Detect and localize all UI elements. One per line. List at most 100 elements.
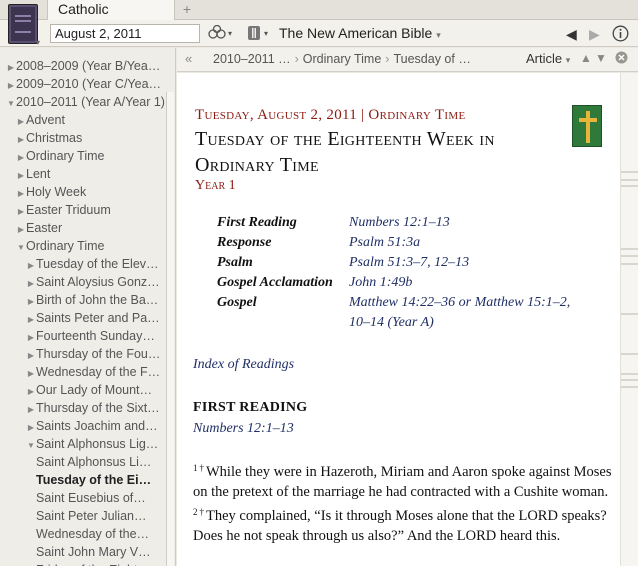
reading-row: Gospel Acclamation John 1:49b xyxy=(217,273,607,293)
arrow-up-icon[interactable]: ▲ xyxy=(580,51,592,65)
section-ref-link[interactable]: Numbers 12:1–13 xyxy=(193,421,294,437)
footnote-marker[interactable]: † xyxy=(200,507,205,517)
disclosure-closed-icon[interactable]: ▶ xyxy=(26,275,36,291)
sidebar-tree-item[interactable]: ▶ Thursday of the Fou… xyxy=(0,345,175,363)
back-arrow-icon[interactable]: ◀ xyxy=(566,25,577,43)
sidebar-tree-item[interactable]: ▼Saint Alphonsus Lig… xyxy=(0,435,175,453)
sidebar-tree-item[interactable]: ▶ Holy Week xyxy=(0,183,175,201)
sidebar-tree-item[interactable]: ▶ Saints Peter and Pa… xyxy=(0,309,175,327)
sidebar-tree-item[interactable]: ▶ Birth of John the Ba… xyxy=(0,291,175,309)
sidebar-tree-item[interactable]: Friday of the Eight… xyxy=(0,561,175,566)
sidebar-tree-item[interactable]: ▶ Tuesday of the Elev… xyxy=(0,255,175,273)
chevron-down-icon[interactable]: ▾ xyxy=(36,38,40,47)
reading-row: Response Psalm 51:3a xyxy=(217,233,607,253)
resource-book-icon[interactable] xyxy=(246,25,262,43)
sidebar-item-label: Wednesday of the… xyxy=(36,527,150,541)
article-menu-button[interactable]: Article ▾ xyxy=(526,51,570,66)
collapse-sidebar-icon[interactable]: « xyxy=(185,51,192,66)
sidebar-tree-item[interactable]: ▼2010–2011 (Year A/Year 1) xyxy=(0,93,175,111)
sidebar-tree-item[interactable]: ▶ Saint Aloysius Gonz… xyxy=(0,273,175,291)
sidebar-tree-item[interactable]: ▶ Ordinary Time xyxy=(0,147,175,165)
sidebar-tree-item[interactable]: ▶ 2009–2010 (Year C/Yea… xyxy=(0,75,175,93)
disclosure-closed-icon[interactable]: ▶ xyxy=(26,311,36,327)
reading-label: Gospel Acclamation xyxy=(217,275,333,290)
reading-ref-link[interactable]: Psalm 51:3–7, 12–13 xyxy=(349,253,589,273)
article-dateline: Tuesday, August 2, 2011 | Ordinary Time xyxy=(195,107,466,123)
sidebar-tree-item[interactable]: Tuesday of the Ei… xyxy=(0,471,175,489)
sidebar-item-label: Saint Alphonsus Lig… xyxy=(36,437,159,451)
reading-ref-link[interactable]: Numbers 12:1–13 xyxy=(349,213,589,233)
app-book-icon[interactable] xyxy=(8,4,38,44)
sidebar-tree-item[interactable]: ▶ Christmas xyxy=(0,129,175,147)
sidebar-tree-item[interactable]: ▶ Fourteenth Sunday… xyxy=(0,327,175,345)
disclosure-closed-icon[interactable]: ▶ xyxy=(16,149,26,165)
disclosure-closed-icon[interactable]: ▶ xyxy=(16,131,26,147)
disclosure-open-icon[interactable]: ▼ xyxy=(26,437,36,453)
disclosure-closed-icon[interactable]: ▶ xyxy=(16,185,26,201)
disclosure-closed-icon[interactable]: ▶ xyxy=(26,383,36,399)
close-icon[interactable] xyxy=(615,51,628,67)
sidebar-tree-item[interactable]: Saint Alphonsus Li… xyxy=(0,453,175,471)
disclosure-open-icon[interactable]: ▼ xyxy=(6,95,16,111)
sidebar-tree-item[interactable]: ▶ Advent xyxy=(0,111,175,129)
sidebar-tree-item[interactable]: Saint John Mary V… xyxy=(0,543,175,561)
disclosure-closed-icon[interactable]: ▶ xyxy=(16,113,26,129)
sidebar-tree-item[interactable]: ▶ Easter Triduum xyxy=(0,201,175,219)
disclosure-closed-icon[interactable]: ▶ xyxy=(26,347,36,363)
article-label: Article xyxy=(526,51,563,66)
chevron-down-icon: ▾ xyxy=(436,30,441,40)
disclosure-closed-icon[interactable]: ▶ xyxy=(26,293,36,309)
sidebar-tree-item[interactable]: Saint Peter Julian… xyxy=(0,507,175,525)
sidebar-item-label: Saint Aloysius Gonz… xyxy=(36,275,160,289)
sidebar-item-label: Saints Peter and Pa… xyxy=(36,311,160,325)
tab-catholic-lectionary[interactable]: Catholic Lectionary xyxy=(47,0,175,35)
disclosure-closed-icon[interactable]: ▶ xyxy=(16,221,26,237)
sidebar-tree-item[interactable]: ▶ 2008–2009 (Year B/Yea… xyxy=(0,57,175,75)
scroll-marker-bar[interactable] xyxy=(620,73,638,566)
sidebar-tree-item[interactable]: ▶ Lent xyxy=(0,165,175,183)
verse-number: 1 xyxy=(193,463,198,473)
chevron-down-icon[interactable]: ▾ xyxy=(264,25,268,43)
breadcrumb-item[interactable]: Tuesday of … xyxy=(393,52,470,66)
sidebar-item-label: Fourteenth Sunday… xyxy=(36,329,155,343)
arrow-down-icon[interactable]: ▼ xyxy=(595,51,607,65)
disclosure-closed-icon[interactable]: ▶ xyxy=(16,167,26,183)
reading-ref-link[interactable]: John 1:49b xyxy=(349,273,589,293)
info-icon[interactable] xyxy=(611,25,629,43)
chevron-down-icon[interactable]: ▾ xyxy=(228,25,232,43)
forward-arrow-icon[interactable]: ▶ xyxy=(589,25,600,43)
sidebar-tree-item[interactable]: Wednesday of the… xyxy=(0,525,175,543)
bible-selector[interactable]: The New American Bible ▾ xyxy=(279,24,441,45)
new-tab-button[interactable]: + xyxy=(178,0,196,20)
disclosure-closed-icon[interactable]: ▶ xyxy=(26,329,36,345)
footnote-marker[interactable]: † xyxy=(200,463,205,473)
disclosure-closed-icon[interactable]: ▶ xyxy=(26,365,36,381)
disclosure-open-icon[interactable]: ▼ xyxy=(16,239,26,255)
sidebar-scrollbar-thumb[interactable] xyxy=(166,92,174,566)
sidebar-tree-item[interactable]: Saint Eusebius of… xyxy=(0,489,175,507)
breadcrumb-item[interactable]: Ordinary Time xyxy=(303,52,382,66)
sidebar-tree-item[interactable]: ▶ Saints Joachim and… xyxy=(0,417,175,435)
sidebar-tree-item[interactable]: ▶ Thursday of the Sixt… xyxy=(0,399,175,417)
disclosure-closed-icon[interactable]: ▶ xyxy=(26,419,36,435)
disclosure-closed-icon[interactable]: ▶ xyxy=(26,401,36,417)
sidebar-item-label: Saint Eusebius of… xyxy=(36,491,146,505)
sidebar-tree-item[interactable]: ▶ Our Lady of Mount… xyxy=(0,381,175,399)
sidebar-tree-item[interactable]: ▶ Wednesday of the F… xyxy=(0,363,175,381)
disclosure-closed-icon[interactable]: ▶ xyxy=(16,203,26,219)
sidebar-tree-item[interactable]: ▶ Easter xyxy=(0,219,175,237)
sidebar-item-label: Saint John Mary V… xyxy=(36,545,151,559)
disclosure-closed-icon[interactable]: ▶ xyxy=(6,77,16,93)
sidebar-tree-item[interactable]: ▼Ordinary Time xyxy=(0,237,175,255)
disclosure-closed-icon[interactable]: ▶ xyxy=(6,59,16,75)
reading-ref-link[interactable]: Psalm 51:3a xyxy=(349,233,589,253)
verse-text: 1 † While they were in Hazeroth, Miriam an… xyxy=(193,458,613,546)
disclosure-closed-icon[interactable]: ▶ xyxy=(26,257,36,273)
crucifix-icon xyxy=(572,105,602,147)
parallel-resources-icon[interactable] xyxy=(207,24,227,43)
date-input[interactable] xyxy=(50,24,200,43)
breadcrumb-separator: › xyxy=(385,52,390,66)
breadcrumb-item[interactable]: 2010–2011 … xyxy=(213,52,291,66)
reading-ref-link[interactable]: Matthew 14:22–36 or Matthew 15:1–2, 10–1… xyxy=(349,293,589,333)
index-of-readings-link[interactable]: Index of Readings xyxy=(193,357,294,373)
